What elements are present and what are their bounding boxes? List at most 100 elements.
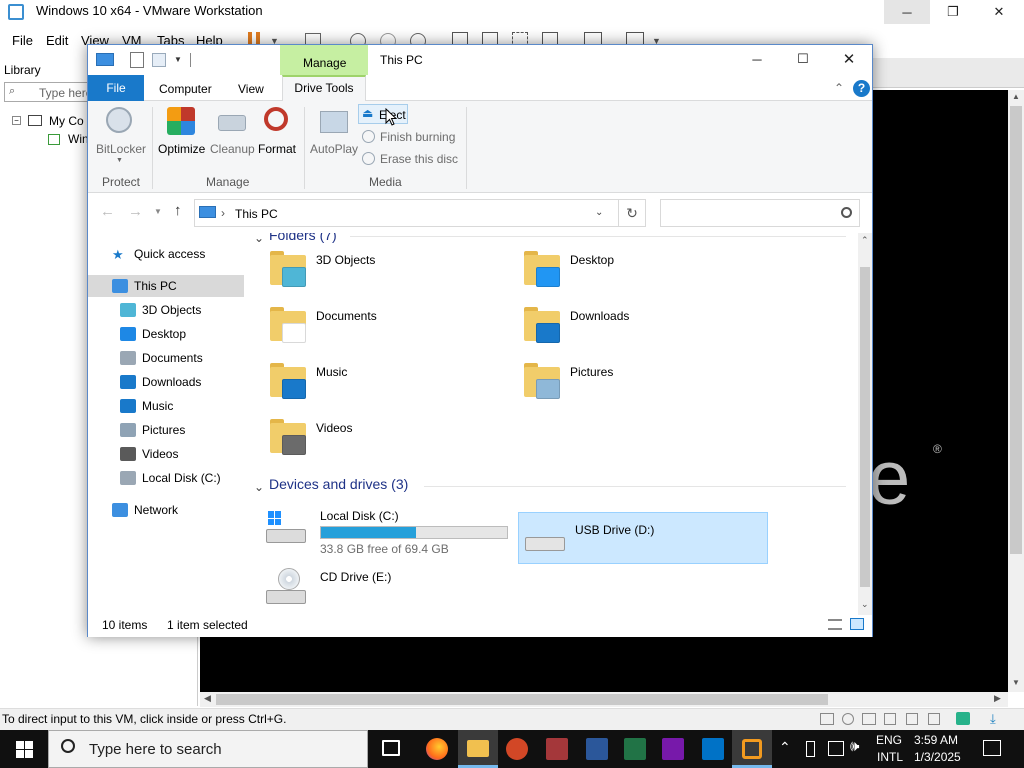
tab-view[interactable]: View (238, 82, 264, 96)
show-hidden-icons-icon[interactable]: ⌃ (779, 739, 791, 756)
bitlocker-button[interactable]: BitLocker ▼ (94, 105, 146, 165)
erase-disc-button[interactable]: Erase this disc (360, 149, 470, 169)
folder-videos[interactable]: Videos (268, 413, 508, 465)
nav-item-documents[interactable]: Documents (88, 347, 244, 369)
folder-desktop[interactable]: Desktop (522, 245, 762, 297)
refresh-button[interactable]: ↻ (618, 199, 646, 227)
nav-item-pictures[interactable]: Pictures (88, 419, 244, 441)
taskbar-search-box[interactable]: Type here to search (48, 730, 368, 768)
folder-downloads[interactable]: Downloads (522, 301, 762, 353)
task-view-icon[interactable] (382, 740, 400, 756)
recent-locations-icon[interactable]: ▼ (154, 207, 162, 216)
drives-collapse-icon[interactable]: ⌄ (254, 480, 264, 494)
folder-documents[interactable]: Documents (268, 301, 508, 353)
printer-status-icon[interactable] (928, 713, 940, 725)
nav-item-music[interactable]: Music (88, 395, 244, 417)
nav-item-quick-access[interactable]: ★ Quick access (88, 243, 244, 265)
nav-item-desktop[interactable]: Desktop (88, 323, 244, 345)
network-status-icon[interactable] (862, 713, 876, 725)
explorer-maximize-button[interactable]: ☐ (780, 47, 826, 71)
details-view-icon[interactable] (828, 619, 842, 630)
optimize-button[interactable]: Optimize (156, 105, 208, 165)
explorer-minimize-button[interactable]: ─ (734, 47, 780, 71)
eject-button[interactable]: ⏏ Eject (358, 104, 408, 124)
help-icon[interactable]: ? (853, 80, 870, 97)
outlook-icon[interactable] (702, 738, 724, 760)
sound-status-icon[interactable] (906, 713, 918, 725)
keyboard-language-1[interactable]: ENG (876, 733, 902, 747)
minimize-ribbon-icon[interactable]: ⌃ (834, 81, 844, 95)
autoplay-button[interactable]: AutoPlay (308, 105, 360, 165)
vm-horizontal-scrollbar[interactable]: ◀ ▶ (200, 692, 1008, 707)
start-button[interactable] (0, 730, 48, 768)
tree-my-computer[interactable]: My Co (49, 114, 84, 128)
firefox-icon[interactable] (426, 738, 448, 760)
vm-scroll-right-icon[interactable]: ▶ (994, 693, 1001, 704)
vmware-taskbar-button[interactable] (732, 730, 772, 768)
vmware-minimize-button[interactable]: ─ (884, 0, 930, 24)
access-icon[interactable] (546, 738, 568, 760)
drive-local-disk-c[interactable]: Local Disk (C:) 33.8 GB free of 69.4 GB (264, 505, 510, 561)
vm-menu-edit[interactable]: Edit (46, 33, 68, 48)
up-button[interactable]: ↑ (174, 202, 182, 219)
drive-usb-d[interactable]: USB Drive (D:) (518, 512, 768, 564)
message-status-icon[interactable] (956, 712, 970, 725)
hard-disk-status-icon[interactable] (820, 713, 834, 725)
finish-burning-button[interactable]: Finish burning (360, 127, 470, 147)
download-status-icon[interactable]: ⤓ (990, 711, 996, 727)
back-button[interactable]: ← (100, 203, 115, 220)
network-tray-icon[interactable] (828, 741, 844, 756)
cleanup-button[interactable]: Cleanup (208, 105, 256, 165)
tab-computer[interactable]: Computer (159, 82, 212, 96)
address-dropdown-icon[interactable]: ⌄ (595, 207, 603, 218)
word-icon[interactable] (586, 738, 608, 760)
forward-button[interactable]: → (128, 203, 143, 220)
vm-scroll-down-icon[interactable]: ▼ (1012, 678, 1020, 687)
folder-pictures[interactable]: Pictures (522, 357, 762, 409)
tree-collapse-icon[interactable]: − (12, 116, 21, 125)
folder-music[interactable]: Music (268, 357, 508, 409)
explorer-close-button[interactable]: ✕ (826, 47, 872, 71)
qat-dropdown-icon[interactable]: ▼ (174, 55, 182, 64)
onenote-icon[interactable] (662, 738, 684, 760)
file-explorer-taskbar-button[interactable] (458, 730, 498, 768)
drives-section-header[interactable]: Devices and drives (3) (269, 476, 408, 492)
vmware-restore-button[interactable]: ❐ (930, 0, 976, 24)
tree-windows-vm[interactable]: Win (68, 132, 89, 146)
folders-collapse-icon[interactable]: ⌄ (254, 233, 264, 245)
clock-date[interactable]: 1/3/2025 (914, 750, 961, 764)
nav-item-local-disk-c[interactable]: Local Disk (C:) (88, 467, 244, 489)
tab-file[interactable]: File (88, 75, 144, 101)
vm-scroll-left-icon[interactable]: ◀ (204, 693, 211, 704)
vm-menu-file[interactable]: File (12, 33, 33, 48)
tab-drive-tools[interactable]: Drive Tools (282, 75, 366, 102)
clock-time[interactable]: 3:59 AM (914, 733, 958, 747)
large-icons-view-icon[interactable] (850, 618, 864, 630)
action-center-icon[interactable] (983, 740, 1001, 756)
content-scrollbar[interactable]: ⌃ ⌄ (858, 233, 872, 615)
cd-status-icon[interactable] (842, 713, 854, 725)
folders-section-header[interactable]: Folders (7) (269, 233, 337, 243)
vm-hscroll-thumb[interactable] (216, 694, 828, 705)
properties-qat-icon[interactable] (130, 52, 144, 68)
breadcrumb-this-pc[interactable]: This PC (235, 207, 278, 221)
excel-icon[interactable] (624, 738, 646, 760)
folder-3d-objects[interactable]: 3D Objects (268, 245, 508, 297)
drive-cd-e[interactable]: CD Drive (E:) (264, 566, 510, 615)
vmware-close-button[interactable]: ✕ (976, 0, 1022, 24)
volume-icon[interactable]: 🕪 (850, 738, 859, 755)
vm-scroll-thumb[interactable] (1010, 106, 1022, 554)
vm-scroll-up-icon[interactable]: ▲ (1012, 92, 1020, 101)
new-folder-qat-icon[interactable] (152, 53, 166, 67)
content-scroll-up-icon[interactable]: ⌃ (861, 235, 869, 246)
powerpoint-icon[interactable] (506, 738, 528, 760)
nav-item-network[interactable]: Network (88, 499, 244, 521)
battery-icon[interactable] (806, 741, 815, 757)
nav-item-videos[interactable]: Videos (88, 443, 244, 465)
keyboard-language-2[interactable]: INTL (877, 750, 903, 764)
vm-vertical-scrollbar[interactable]: ▲ ▼ (1008, 90, 1024, 692)
usb-status-icon[interactable] (884, 713, 896, 725)
nav-item-downloads[interactable]: Downloads (88, 371, 244, 393)
search-this-pc-input[interactable] (660, 199, 860, 227)
nav-item-3d-objects[interactable]: 3D Objects (88, 299, 244, 321)
